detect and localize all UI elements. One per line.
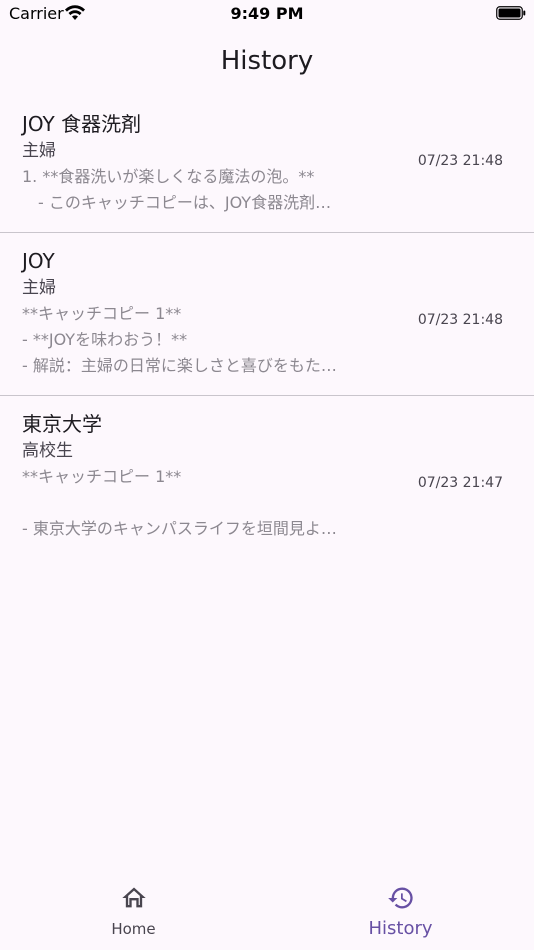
- preview-line: - 東京大学のキャンパスライフを垣間見よ…: [22, 519, 337, 538]
- history-item-date: 07/23 21:47: [417, 475, 503, 491]
- preview-line: [22, 490, 392, 516]
- history-item-date: 07/23 21:48: [417, 312, 503, 328]
- history-icon: [387, 887, 413, 909]
- history-item-date: 07/23 21:48: [417, 153, 503, 169]
- page-title: History: [220, 46, 314, 76]
- history-item[interactable]: 東京大学 高校生 **キャッチコピー 1** - 東京大学のキャンパスライフを垣…: [0, 396, 534, 558]
- status-time: 9:49 PM: [230, 4, 304, 23]
- history-item-title: 東京大学: [22, 412, 102, 436]
- history-list: JOY 食器洗剤 主婦 1. **食器洗いが楽しくなる魔法の泡。** - このキ…: [0, 96, 534, 558]
- bottom-navigation: Home History: [0, 870, 534, 950]
- history-item-preview: **キャッチコピー 1** - **JOYを味わおう！** - 解説：主婦の日常…: [22, 301, 392, 379]
- preview-line: - 解説：主婦の日常に楽しさと喜びをもた…: [22, 356, 337, 375]
- nav-home-label: Home: [111, 920, 156, 938]
- history-item-title: JOY: [22, 249, 55, 273]
- history-item-preview: 1. **食器洗いが楽しくなる魔法の泡。** - このキャッチコピーは、JOY食…: [22, 164, 392, 216]
- history-item-preview: **キャッチコピー 1** - 東京大学のキャンパスライフを垣間見よ…: [22, 464, 392, 542]
- history-item-title: JOY 食器洗剤: [22, 112, 142, 136]
- history-item[interactable]: JOY 主婦 **キャッチコピー 1** - **JOYを味わおう！** - 解…: [0, 233, 534, 396]
- preview-line: **キャッチコピー 1**: [22, 304, 182, 323]
- history-item-target: 高校生: [22, 441, 73, 461]
- preview-line: - このキャッチコピーは、JOY食器洗剤…: [22, 193, 332, 212]
- preview-line: - **JOYを味わおう！**: [22, 330, 188, 349]
- nav-history-label: History: [368, 918, 433, 939]
- nav-home[interactable]: Home: [0, 870, 267, 950]
- preview-line: 1. **食器洗いが楽しくなる魔法の泡。**: [22, 167, 315, 186]
- history-item-target: 主婦: [22, 278, 56, 298]
- home-icon: [121, 887, 146, 908]
- nav-history[interactable]: History: [267, 870, 534, 950]
- preview-line: **キャッチコピー 1**: [22, 467, 182, 486]
- history-item[interactable]: JOY 食器洗剤 主婦 1. **食器洗いが楽しくなる魔法の泡。** - このキ…: [0, 96, 534, 233]
- status-bar: Carrier 9:49 PM: [0, 0, 534, 30]
- battery-icon: [496, 6, 526, 20]
